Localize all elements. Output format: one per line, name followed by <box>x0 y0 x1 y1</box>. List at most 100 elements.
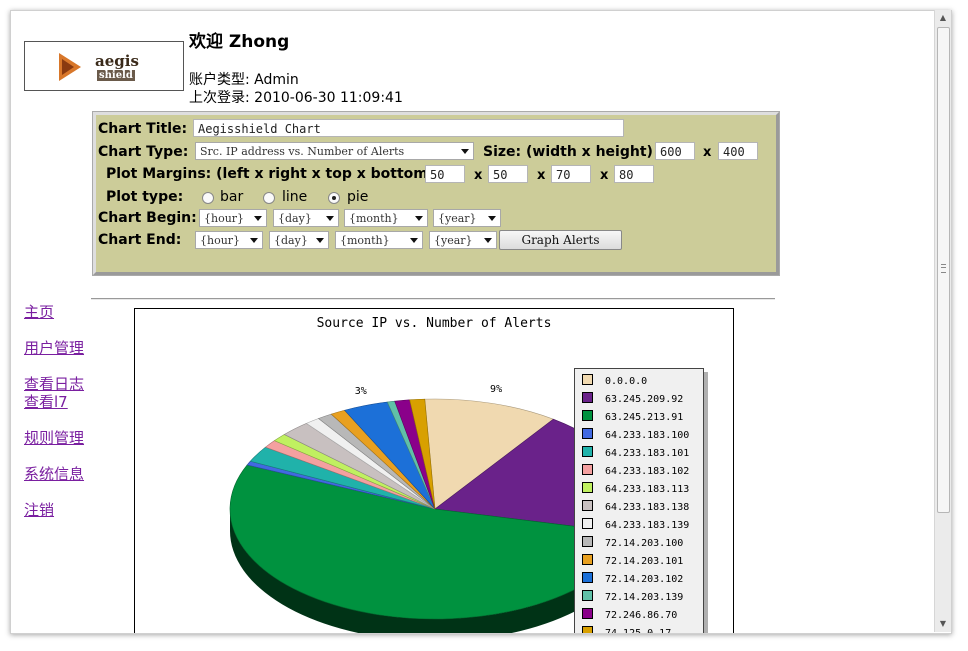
begin-hour-select[interactable]: {hour} <box>199 209 267 227</box>
legend-item: 64.233.183.102 <box>582 464 689 478</box>
scrollbar-grip-icon <box>941 264 946 273</box>
logo-arrow-inner-icon <box>62 59 74 75</box>
begin-month-select[interactable]: {month} <box>344 209 428 227</box>
vertical-scrollbar[interactable]: ▲ ▼ <box>934 10 951 632</box>
legend-label: 64.233.183.113 <box>605 484 690 495</box>
legend-item: 74.125.0.17 <box>582 626 672 634</box>
pie-chart: Source IP vs. Number of Alerts 9%3%3% 0.… <box>134 308 734 634</box>
chart-legend: 0.0.0.0 63.245.209.92 63.245.213.91 64.233.… <box>574 368 704 634</box>
legend-item: 63.245.213.91 <box>582 410 683 424</box>
legend-item: 72.246.86.70 <box>582 608 677 622</box>
legend-swatch <box>582 482 593 493</box>
legend-swatch <box>582 536 593 547</box>
chart-title-input[interactable]: Aegisshield Chart <box>193 119 624 137</box>
nav-link-logout[interactable]: 注销 <box>24 499 54 520</box>
chart-title-label: Chart Title: <box>98 121 188 137</box>
legend-label: 72.14.203.100 <box>605 538 684 549</box>
pie-percent-label: 9% <box>490 384 502 395</box>
legend-swatch <box>582 518 593 529</box>
scrollbar-thumb[interactable] <box>937 27 950 513</box>
legend-item: 64.233.183.113 <box>582 482 689 496</box>
chart-end-label: Chart End: <box>98 232 182 248</box>
begin-day-select[interactable]: {day} <box>273 209 339 227</box>
legend-swatch <box>582 572 593 583</box>
width-input[interactable]: 600 <box>655 142 695 160</box>
begin-year-select[interactable]: {year} <box>433 209 501 227</box>
legend-swatch <box>582 590 593 601</box>
plot-type-line-label: line <box>282 189 308 205</box>
graph-alerts-button[interactable]: Graph Alerts <box>499 230 622 250</box>
legend-item: 64.233.183.138 <box>582 500 689 514</box>
legend-label: 63.245.209.92 <box>605 394 684 405</box>
margin-top-input[interactable]: 70 <box>551 165 591 183</box>
legend-label: 72.14.203.139 <box>605 592 684 603</box>
nav-link-rule-management[interactable]: 规则管理 <box>24 427 84 448</box>
margin-separator-1: x <box>474 168 483 183</box>
chart-type-select[interactable]: Src. IP address vs. Number of Alerts <box>195 142 474 160</box>
logo-text: aegis <box>95 52 139 70</box>
scroll-down-arrow-icon[interactable]: ▼ <box>935 616 951 632</box>
legend-swatch <box>582 554 593 565</box>
end-hour-select[interactable]: {hour} <box>195 231 263 249</box>
legend-swatch <box>582 464 593 475</box>
browser-window: aegis shield 欢迎 Zhong 账户类型: Admin 上次登录: … <box>10 10 952 634</box>
legend-swatch <box>582 428 593 439</box>
legend-swatch <box>582 410 593 421</box>
legend-item: 63.245.209.92 <box>582 392 683 406</box>
end-year-select[interactable]: {year} <box>429 231 497 249</box>
plot-type-bar-radio[interactable] <box>202 192 214 204</box>
legend-label: 72.14.203.101 <box>605 556 684 567</box>
plot-type-pie-radio[interactable] <box>328 192 340 204</box>
chart-type-label: Chart Type: <box>98 144 189 160</box>
plot-type-bar-label: bar <box>220 189 244 205</box>
legend-item: 72.14.203.101 <box>582 554 683 568</box>
margin-separator-3: x <box>600 168 609 183</box>
aegisshield-logo[interactable]: aegis shield <box>24 41 184 91</box>
legend-item: 64.233.183.139 <box>582 518 689 532</box>
nav-link-home[interactable]: 主页 <box>24 301 54 322</box>
chart-options-form: Chart Title: Aegisshield Chart Chart Typ… <box>92 111 780 276</box>
legend-swatch <box>582 500 593 511</box>
scroll-up-arrow-icon[interactable]: ▲ <box>935 10 951 26</box>
nav-link-user-management[interactable]: 用户管理 <box>24 337 84 358</box>
account-type: 账户类型: Admin <box>189 72 299 88</box>
chart-begin-label: Chart Begin: <box>98 210 197 226</box>
legend-swatch <box>582 608 593 619</box>
margin-left-input[interactable]: 50 <box>425 165 465 183</box>
nav-link-view-l7[interactable]: 查看l7 <box>24 391 68 412</box>
legend-label: 0.0.0.0 <box>605 376 648 387</box>
nav-link-system-info[interactable]: 系统信息 <box>24 463 84 484</box>
legend-label: 64.233.183.139 <box>605 520 690 531</box>
plot-type-label: Plot type: <box>106 189 184 205</box>
legend-label: 64.233.183.101 <box>605 448 690 459</box>
legend-item: 64.233.183.101 <box>582 446 689 460</box>
end-day-select[interactable]: {day} <box>269 231 329 249</box>
last-login: 上次登录: 2010-06-30 11:09:41 <box>189 90 403 106</box>
plot-margins-label: Plot Margins: (left x right x top x bott… <box>106 166 435 182</box>
legend-swatch <box>582 626 593 633</box>
plot-type-line-radio[interactable] <box>263 192 275 204</box>
legend-label: 64.233.183.138 <box>605 502 690 513</box>
size-label: Size: (width x height) <box>483 144 653 160</box>
legend-item: 64.233.183.100 <box>582 428 689 442</box>
margin-right-input[interactable]: 50 <box>488 165 528 183</box>
legend-swatch <box>582 446 593 457</box>
margin-bottom-input[interactable]: 80 <box>614 165 654 183</box>
size-separator: x <box>703 145 712 160</box>
legend-label: 64.233.183.100 <box>605 430 690 441</box>
margin-separator-2: x <box>537 168 546 183</box>
legend-label: 74.125.0.17 <box>605 628 672 634</box>
legend-label: 63.245.213.91 <box>605 412 684 423</box>
end-month-select[interactable]: {month} <box>335 231 423 249</box>
divider <box>91 298 775 300</box>
welcome-heading: 欢迎 Zhong <box>189 32 290 52</box>
legend-swatch <box>582 392 593 403</box>
legend-item: 72.14.203.139 <box>582 590 683 604</box>
legend-label: 64.233.183.102 <box>605 466 690 477</box>
legend-swatch <box>582 374 593 385</box>
legend-label: 72.14.203.102 <box>605 574 684 585</box>
legend-label: 72.246.86.70 <box>605 610 678 621</box>
legend-item: 0.0.0.0 <box>582 374 647 388</box>
plot-type-pie-label: pie <box>347 189 369 205</box>
height-input[interactable]: 400 <box>718 142 758 160</box>
